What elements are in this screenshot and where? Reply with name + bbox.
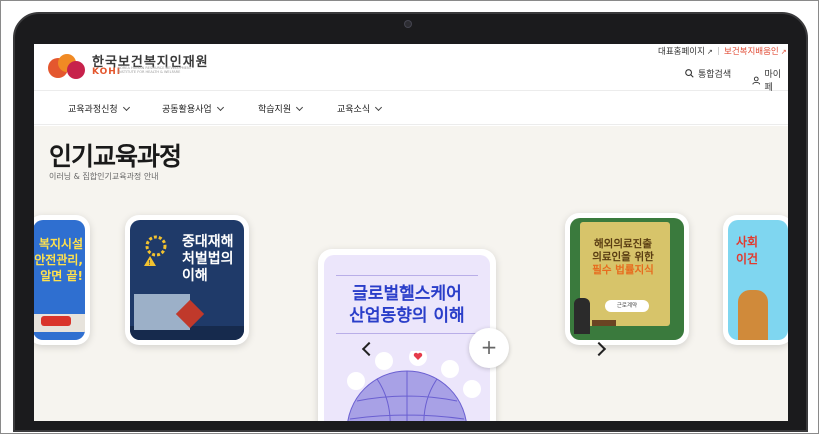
mypage-label: 마이페 (764, 70, 782, 93)
nav-label: 교육소식 (337, 105, 371, 115)
camera-dot (405, 21, 411, 27)
section-title: 인기교육과정 (49, 142, 182, 171)
gear-warning-icon: ! (144, 235, 167, 267)
course-thumbnail: 사회 이건 (728, 220, 788, 340)
logo-english: KOHI (92, 67, 122, 77)
title-rule-top (336, 275, 478, 276)
main-homepage-link[interactable]: 대표홈페이지 ↗ (658, 45, 713, 57)
chevron-down-icon (375, 103, 383, 111)
course-thumbnail: 해외의료진출 의료인을 위한 필수 법률지식 근로계약 (570, 218, 684, 340)
svg-text:!: ! (148, 259, 151, 267)
course-card-title: 중대재해 처벌법의 이해 (182, 234, 234, 284)
course-title-line1: 해외의료진출 (594, 238, 652, 250)
search-icon (685, 69, 694, 78)
nav-label: 공동활용사업 (162, 105, 212, 115)
course-card-social[interactable]: 사회 이건 (723, 215, 788, 345)
search-label: 통합검색 (698, 70, 732, 80)
outer-frame: 한국보건복지인재원 KOHI KOREA HUMAN RESOURCE DEVE… (0, 0, 819, 434)
globe-icon (347, 351, 481, 421)
welfare-learning-link[interactable]: 보건복지배움인 ↗ (724, 45, 787, 57)
nav-course-application[interactable]: 교육과정신청 (68, 102, 130, 115)
course-card-overseas-medical-law[interactable]: 해외의료진출 의료인을 위한 필수 법률지식 근로계약 (565, 213, 689, 345)
browser-screen: 한국보건복지인재원 KOHI KOREA HUMAN RESOURCE DEVE… (34, 44, 788, 421)
title-rule-bottom (336, 333, 478, 334)
lawyer-illustration (574, 298, 590, 334)
chevron-down-icon (216, 103, 224, 111)
course-card-welfare-safety[interactable]: 복지시설 안전관리, 알면 끝! (34, 215, 90, 345)
course-card-serious-accident-act[interactable]: ! 중대재해 처벌법의 이해 (125, 215, 249, 345)
more-courses-plus-button[interactable]: + (469, 328, 509, 368)
course-thumbnail: 복지시설 안전관리, 알면 끝! (34, 220, 85, 340)
gavel-illustration (592, 320, 616, 326)
course-card-title: 사회 이건 (736, 235, 759, 266)
vehicle-illustration (41, 316, 71, 326)
nav-learning-support[interactable]: 학습지원 (258, 102, 304, 115)
main-nav: 교육과정신청 공동활용사업 학습지원 교육소식 (34, 91, 788, 125)
course-card-title: 복지시설 안전관리, 알면 끝! (34, 237, 83, 283)
logo-subtitle: KOREA HUMAN RESOURCE DEVELOPMENT INSTITU… (118, 66, 192, 74)
external-link-icon: ↗ (706, 48, 713, 56)
course-thumbnail: 글로벌헬스케어 산업동향의 이해 (324, 255, 490, 421)
user-icon (752, 76, 761, 84)
util-divider (718, 47, 719, 55)
nav-education-news[interactable]: 교육소식 (337, 102, 383, 115)
course-title-line3: 필수 법률지식 (592, 264, 654, 276)
person-illustration (738, 290, 768, 340)
course-card-global-healthcare[interactable]: 글로벌헬스케어 산업동향의 이해 (318, 249, 496, 421)
chevron-down-icon (122, 103, 130, 111)
course-card-title: 글로벌헬스케어 산업동향의 이해 (349, 284, 465, 326)
chevron-down-icon (296, 103, 304, 111)
welfare-learning-label: 보건복지배움인 (724, 47, 779, 57)
section-description: 이러닝 & 집합인기교육과정 안내 (49, 172, 159, 181)
mypage-button[interactable]: 마이페 (752, 67, 788, 93)
external-link-icon: ↗ (780, 48, 787, 56)
nav-label: 학습지원 (258, 105, 292, 115)
integrated-search-button[interactable]: 통합검색 (685, 67, 731, 80)
course-thumbnail: ! 중대재해 처벌법의 이해 (130, 220, 244, 340)
course-card-title: 해외의료진출 의료인을 위한 필수 법률지식 (578, 238, 668, 277)
contract-tag: 근로계약 (605, 300, 649, 312)
popular-courses-section: 인기교육과정 이러닝 & 집합인기교육과정 안내 복지시설 안전관리, 알면 끝… (34, 126, 788, 421)
site-header: 한국보건복지인재원 KOHI KOREA HUMAN RESOURCE DEVE… (34, 44, 788, 93)
kohi-logo-icon[interactable] (48, 53, 88, 81)
nav-label: 교육과정신청 (68, 105, 118, 115)
main-homepage-label: 대표홈페이지 (658, 47, 705, 57)
nav-shared-program[interactable]: 공동활용사업 (162, 102, 224, 115)
course-title-line2: 의료인을 위한 (592, 251, 654, 263)
